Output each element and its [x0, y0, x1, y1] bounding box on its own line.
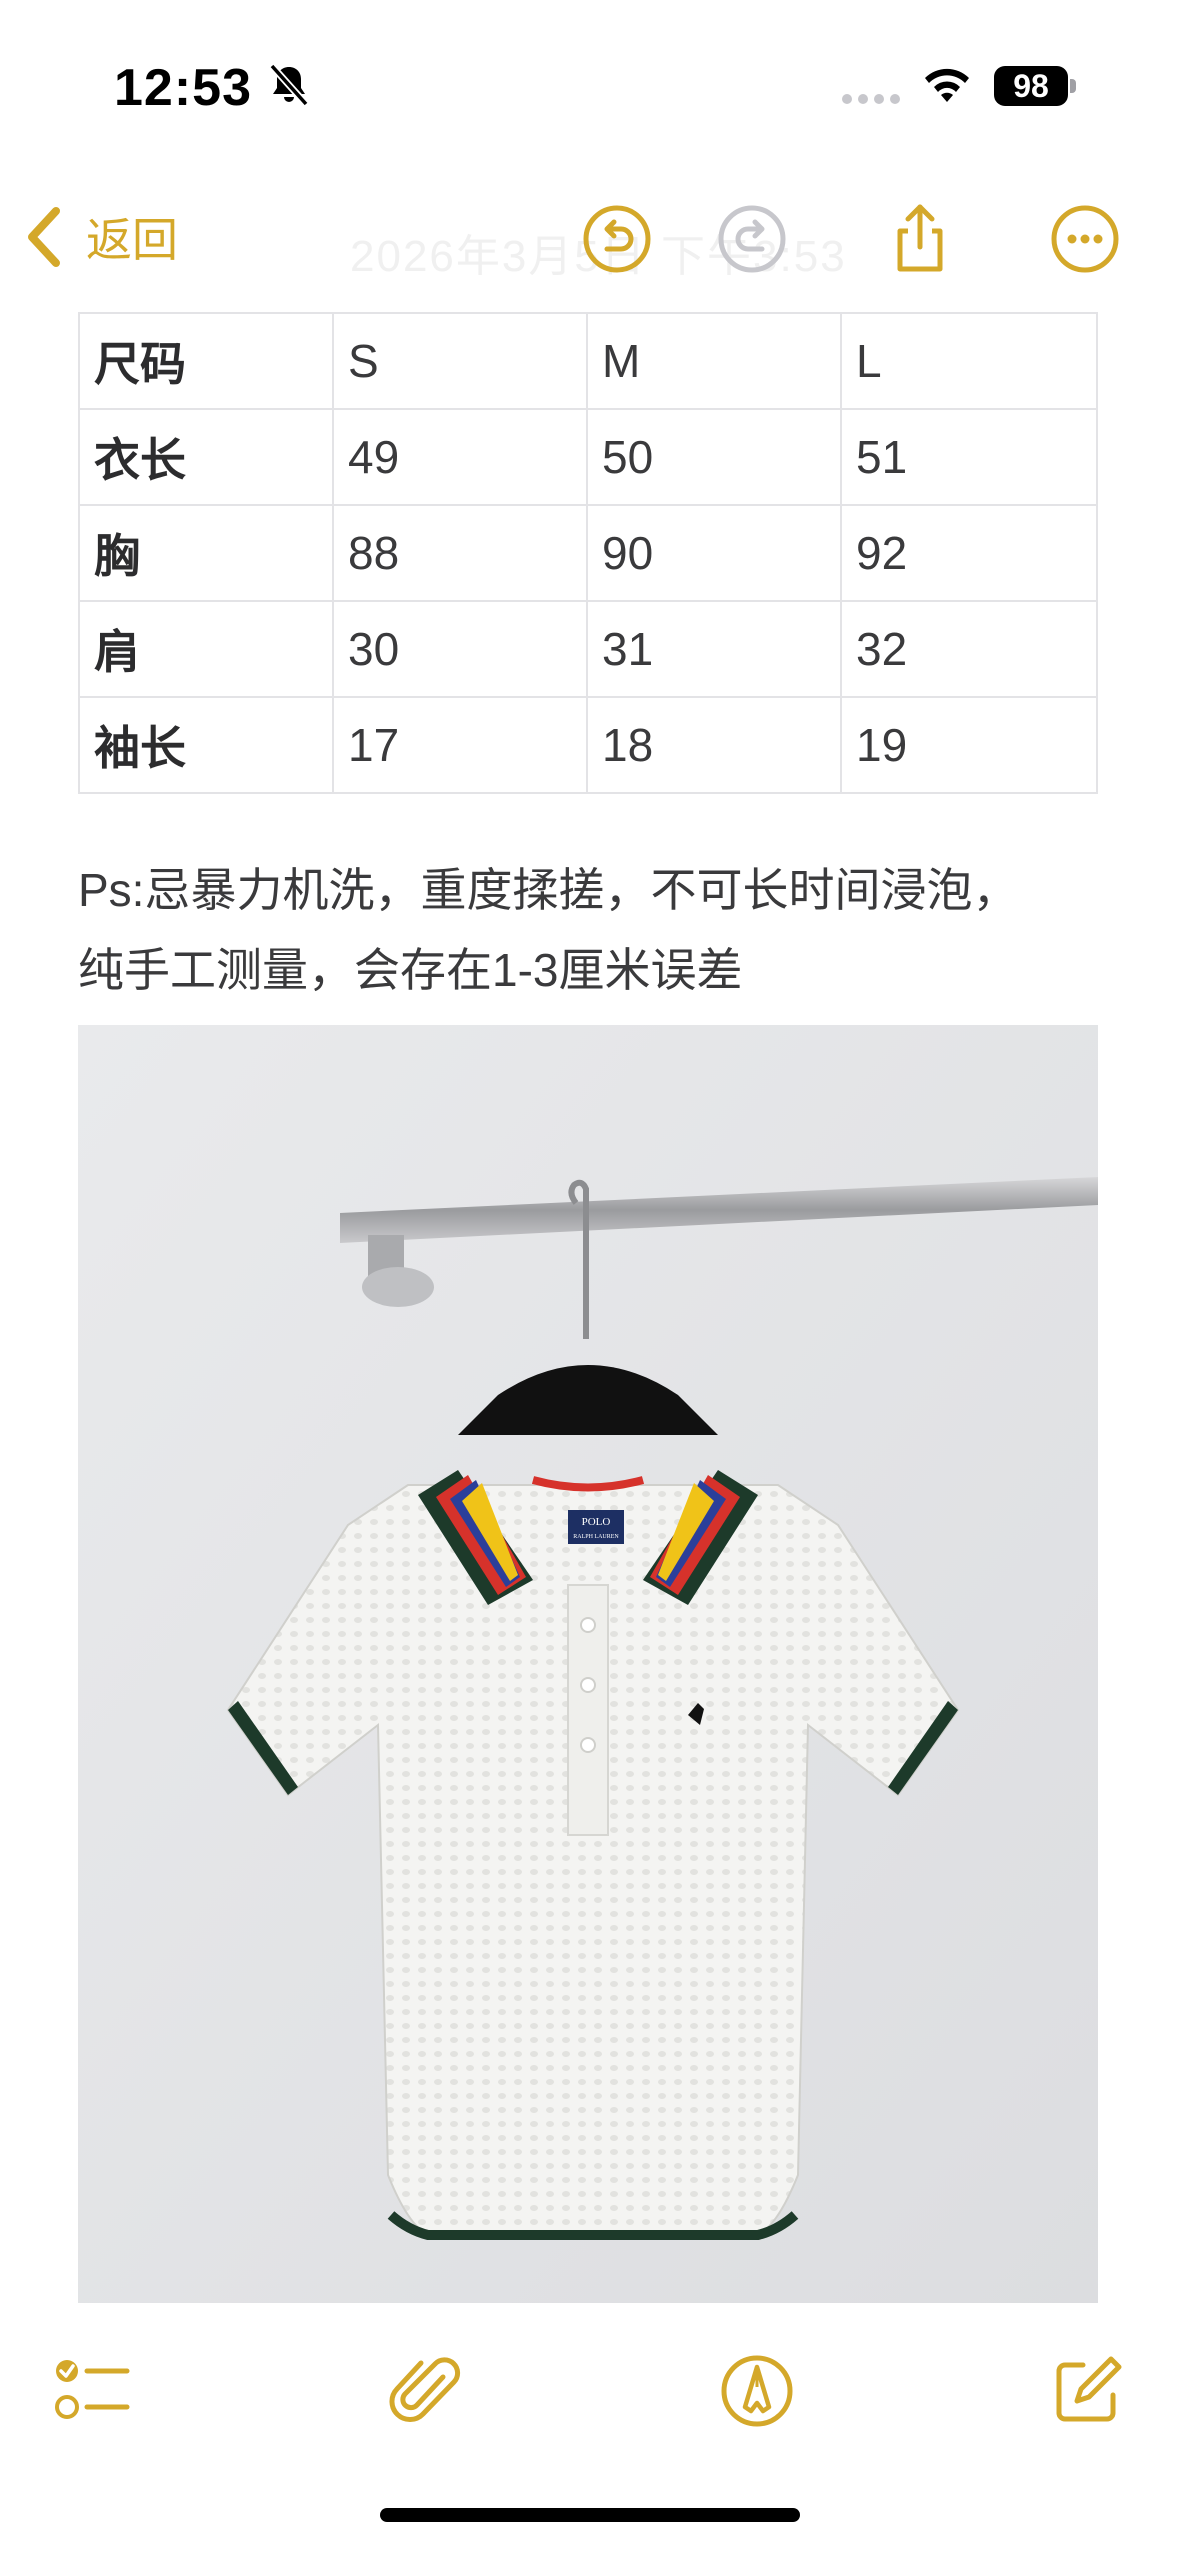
cellular-dots-icon — [842, 94, 900, 104]
table-cell[interactable]: 90 — [586, 504, 842, 602]
table-cell[interactable]: 尺码 — [78, 312, 334, 410]
table-cell[interactable]: 袖长 — [78, 696, 334, 794]
table-row: 尺码 S M L — [78, 312, 1098, 410]
status-bar: 12:53 98 — [0, 0, 1179, 170]
compose-icon — [1056, 2356, 1122, 2422]
table-cell[interactable]: 51 — [840, 408, 1098, 506]
table-cell[interactable]: 32 — [840, 600, 1098, 698]
table-cell[interactable]: M — [586, 312, 842, 410]
table-cell[interactable]: 18 — [586, 696, 842, 794]
table-cell[interactable]: 49 — [332, 408, 588, 506]
table-row: 衣长 49 50 51 — [78, 408, 1098, 506]
table-cell[interactable]: L — [840, 312, 1098, 410]
battery-icon: 98 — [994, 66, 1076, 106]
table-row: 袖长 17 18 19 — [78, 696, 1098, 794]
table-cell[interactable]: 衣长 — [78, 408, 334, 506]
compose-button[interactable] — [1042, 2346, 1132, 2436]
checklist-icon — [55, 2360, 130, 2419]
polo-shirt-image: POLO RALPH LAUREN — [78, 1025, 1098, 2303]
paperclip-icon — [389, 2357, 461, 2422]
back-button[interactable]: 返回 — [24, 192, 178, 282]
battery-level: 98 — [1013, 68, 1049, 104]
table-cell[interactable]: 胸 — [78, 504, 334, 602]
redo-icon — [718, 205, 786, 273]
checklist-button[interactable] — [46, 2346, 136, 2436]
table-cell[interactable]: 肩 — [78, 600, 334, 698]
chevron-left-icon — [28, 207, 60, 267]
table-cell[interactable]: 17 — [332, 696, 588, 794]
table-row: 胸 88 90 92 — [78, 504, 1098, 602]
table-cell[interactable]: 30 — [332, 600, 588, 698]
bottom-toolbar — [0, 2310, 1179, 2460]
share-icon — [897, 204, 943, 272]
table-cell[interactable]: 50 — [586, 408, 842, 506]
product-photo[interactable]: POLO RALPH LAUREN — [78, 1025, 1098, 2303]
wifi-icon — [925, 68, 969, 102]
undo-icon — [583, 205, 651, 273]
back-label: 返回 — [86, 214, 178, 266]
note-line: 纯手工测量，会存在1-3厘米误差 — [78, 944, 743, 996]
note-body[interactable]: Ps:忌暴力机洗，重度揉搓，不可长时间浸泡， 纯手工测量，会存在1-3厘米误差 — [78, 850, 1118, 1010]
home-indicator[interactable] — [380, 2508, 800, 2522]
table-cell[interactable]: 19 — [840, 696, 1098, 794]
undo-button[interactable] — [577, 184, 657, 294]
markup-pen-icon — [721, 2355, 793, 2427]
table-cell[interactable]: S — [332, 312, 588, 410]
note-line: Ps:忌暴力机洗，重度揉搓，不可长时间浸泡， — [78, 864, 1019, 916]
table-row: 肩 30 31 32 — [78, 600, 1098, 698]
table-cell[interactable]: 92 — [840, 504, 1098, 602]
more-button[interactable] — [1045, 184, 1125, 294]
table-cell[interactable]: 31 — [586, 600, 842, 698]
markup-button[interactable] — [712, 2346, 802, 2436]
size-table: 尺码 S M L 衣长 49 50 51 胸 88 90 92 肩 30 31 … — [78, 312, 1098, 794]
redo-button[interactable] — [712, 184, 792, 294]
label-subtext: RALPH LAUREN — [573, 1534, 619, 1540]
nav-bar: 2026年3月5日 下午3:53 返回 — [0, 170, 1179, 310]
attachment-button[interactable] — [382, 2346, 472, 2436]
share-button[interactable] — [880, 184, 960, 294]
bell-slash-icon — [269, 63, 309, 107]
table-cell[interactable]: 88 — [332, 504, 588, 602]
more-icon — [1051, 205, 1119, 273]
status-time: 12:53 — [114, 59, 252, 117]
label-text: POLO — [582, 1516, 611, 1528]
